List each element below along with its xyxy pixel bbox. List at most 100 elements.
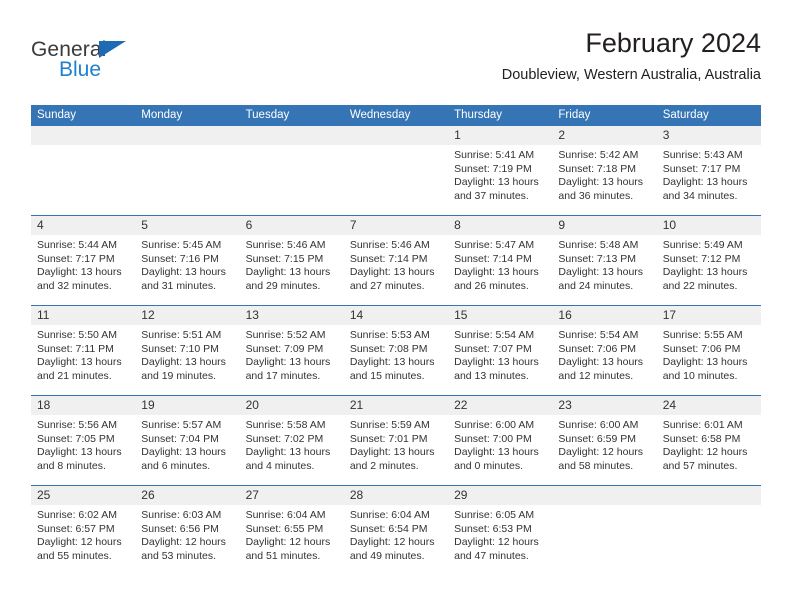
day-cell-14[interactable]: Sunrise: 5:53 AM Sunset: 7:08 PM Daylight:… bbox=[344, 325, 448, 395]
day-detail-line: Daylight: 13 hours bbox=[349, 446, 435, 459]
day-number-20[interactable]: 20 bbox=[240, 396, 344, 415]
day-cell-19[interactable]: Sunrise: 5:57 AM Sunset: 7:04 PM Daylight:… bbox=[135, 415, 239, 485]
day-detail-line: Daylight: 12 hours bbox=[454, 536, 539, 549]
day-cell-8[interactable]: Sunrise: 5:47 AM Sunset: 7:14 PM Daylight:… bbox=[448, 235, 552, 305]
day-cell-11[interactable]: Sunrise: 5:50 AM Sunset: 7:11 PM Daylight:… bbox=[31, 325, 135, 395]
day-number-7[interactable]: 7 bbox=[344, 216, 448, 235]
day-detail-line: Sunrise: 5:54 AM bbox=[558, 329, 639, 341]
day-cell-15[interactable]: Sunrise: 5:54 AM Sunset: 7:07 PM Daylight:… bbox=[448, 325, 552, 395]
day-cell-5[interactable]: Sunrise: 5:45 AM Sunset: 7:16 PM Daylight:… bbox=[135, 235, 239, 305]
day-cell-17[interactable]: Sunrise: 5:55 AM Sunset: 7:06 PM Daylight:… bbox=[657, 325, 761, 395]
day-cell-4[interactable]: Sunrise: 5:44 AM Sunset: 7:17 PM Daylight:… bbox=[31, 235, 135, 305]
day-number-21[interactable]: 21 bbox=[344, 396, 448, 415]
day-number-25[interactable]: 25 bbox=[31, 486, 135, 505]
day-cell-empty bbox=[344, 145, 448, 215]
day-cell-26[interactable]: Sunrise: 6:03 AM Sunset: 6:56 PM Daylight:… bbox=[135, 505, 239, 575]
day-detail-line: Daylight: 13 hours bbox=[37, 356, 122, 369]
day-number-17[interactable]: 17 bbox=[657, 306, 761, 325]
day-details-strip: Sunrise: 5:41 AM Sunset: 7:19 PM Daylight:… bbox=[31, 145, 761, 215]
day-detail-line: Sunrise: 5:43 AM bbox=[662, 149, 743, 161]
day-number-empty bbox=[552, 486, 656, 505]
day-detail-line: Sunset: 7:14 PM bbox=[454, 252, 532, 265]
day-detail-line: Sunrise: 6:04 AM bbox=[245, 509, 326, 521]
day-cell-empty bbox=[657, 505, 761, 575]
day-cell-13[interactable]: Sunrise: 5:52 AM Sunset: 7:09 PM Daylight:… bbox=[240, 325, 344, 395]
day-number-26[interactable]: 26 bbox=[135, 486, 239, 505]
day-number-2[interactable]: 2 bbox=[552, 126, 656, 145]
day-number-strip: 123 bbox=[31, 126, 761, 145]
day-number-6[interactable]: 6 bbox=[240, 216, 344, 235]
day-detail-line: Sunset: 6:57 PM bbox=[37, 522, 115, 535]
day-number-14[interactable]: 14 bbox=[344, 306, 448, 325]
day-detail-line: Sunset: 7:12 PM bbox=[662, 252, 741, 265]
day-detail-line: Daylight: 13 hours bbox=[558, 266, 644, 279]
day-number-16[interactable]: 16 bbox=[552, 306, 656, 325]
day-number-3[interactable]: 3 bbox=[657, 126, 761, 145]
weekday-header-monday: Monday bbox=[141, 109, 183, 121]
brand-triangle-icon bbox=[99, 41, 126, 58]
day-cell-empty bbox=[240, 145, 344, 215]
day-cell-6[interactable]: Sunrise: 5:46 AM Sunset: 7:15 PM Daylight:… bbox=[240, 235, 344, 305]
day-detail-line: Daylight: 13 hours bbox=[662, 266, 748, 279]
day-cell-27[interactable]: Sunrise: 6:04 AM Sunset: 6:55 PM Daylight:… bbox=[240, 505, 344, 575]
day-detail-line: and 29 minutes. bbox=[245, 279, 321, 292]
day-cell-29[interactable]: Sunrise: 6:05 AM Sunset: 6:53 PM Daylight:… bbox=[448, 505, 552, 575]
general-blue-logo[interactable]: General Blue bbox=[31, 38, 231, 88]
weekday-header-thursday: Thursday bbox=[454, 109, 503, 121]
day-number-22[interactable]: 22 bbox=[448, 396, 552, 415]
day-cell-3[interactable]: Sunrise: 5:43 AM Sunset: 7:17 PM Daylight:… bbox=[657, 145, 761, 215]
day-number-18[interactable]: 18 bbox=[31, 396, 135, 415]
day-detail-line: Daylight: 13 hours bbox=[454, 176, 539, 189]
day-cell-28[interactable]: Sunrise: 6:04 AM Sunset: 6:54 PM Daylight:… bbox=[344, 505, 448, 575]
day-detail-line: and 6 minutes. bbox=[141, 459, 211, 472]
day-number-strip: 4 5 6 7 8 9 10 bbox=[31, 216, 761, 235]
day-detail-line: and 55 minutes. bbox=[37, 549, 112, 562]
day-cell-empty bbox=[31, 145, 135, 215]
day-number-15[interactable]: 15 bbox=[448, 306, 552, 325]
day-cell-2[interactable]: Sunrise: 5:42 AM Sunset: 7:18 PM Daylight:… bbox=[552, 145, 656, 215]
day-detail-line: Daylight: 13 hours bbox=[37, 266, 122, 279]
day-number-23[interactable]: 23 bbox=[552, 396, 656, 415]
day-cell-20[interactable]: Sunrise: 5:58 AM Sunset: 7:02 PM Daylight:… bbox=[240, 415, 344, 485]
day-number-29[interactable]: 29 bbox=[448, 486, 552, 505]
day-cell-18[interactable]: Sunrise: 5:56 AM Sunset: 7:05 PM Daylight:… bbox=[31, 415, 135, 485]
day-number-5[interactable]: 5 bbox=[135, 216, 239, 235]
day-number-1[interactable]: 1 bbox=[448, 126, 552, 145]
day-cell-1[interactable]: Sunrise: 5:41 AM Sunset: 7:19 PM Daylight:… bbox=[448, 145, 552, 215]
page-title: February 2024 bbox=[585, 28, 761, 58]
day-number-13[interactable]: 13 bbox=[240, 306, 344, 325]
day-cell-22[interactable]: Sunrise: 6:00 AM Sunset: 7:00 PM Daylight:… bbox=[448, 415, 552, 485]
day-number-28[interactable]: 28 bbox=[344, 486, 448, 505]
day-number-10[interactable]: 10 bbox=[657, 216, 761, 235]
day-cell-7[interactable]: Sunrise: 5:46 AM Sunset: 7:14 PM Daylight:… bbox=[344, 235, 448, 305]
day-detail-line: Sunrise: 5:45 AM bbox=[141, 239, 222, 251]
calendar-weeks: 1 2 3 Sunrise: 5:41 AM Sunset: 7:19 PM Daylig… bbox=[31, 126, 761, 575]
day-detail-line: Daylight: 13 hours bbox=[37, 446, 122, 459]
day-number-strip: 25 26 27 28 29 bbox=[31, 486, 761, 505]
weekday-header-saturday: Saturday bbox=[662, 109, 709, 121]
day-cell-10[interactable]: Sunrise: 5:49 AM Sunset: 7:12 PM Daylight:… bbox=[657, 235, 761, 305]
day-detail-line: and 37 minutes. bbox=[454, 189, 529, 202]
day-cell-12[interactable]: Sunrise: 5:51 AM Sunset: 7:10 PM Daylight:… bbox=[135, 325, 239, 395]
day-number-4[interactable]: 4 bbox=[31, 216, 135, 235]
day-detail-line: Sunset: 7:09 PM bbox=[245, 342, 324, 355]
day-number-9[interactable]: 9 bbox=[552, 216, 656, 235]
day-detail-line: and 31 minutes. bbox=[141, 279, 216, 292]
day-number-24[interactable]: 24 bbox=[657, 396, 761, 415]
calendar-page: General Blue February 2024 Doubleview, W… bbox=[0, 0, 792, 612]
day-cell-empty bbox=[135, 145, 239, 215]
day-detail-line: and 49 minutes. bbox=[349, 549, 425, 562]
day-number-12[interactable]: 12 bbox=[135, 306, 239, 325]
day-number-19[interactable]: 19 bbox=[135, 396, 239, 415]
day-number-11[interactable]: 11 bbox=[31, 306, 135, 325]
day-number-8[interactable]: 8 bbox=[448, 216, 552, 235]
day-cell-21[interactable]: Sunrise: 5:59 AM Sunset: 7:01 PM Daylight:… bbox=[344, 415, 448, 485]
day-detail-line: and 21 minutes. bbox=[37, 369, 112, 382]
day-cell-24[interactable]: Sunrise: 6:01 AM Sunset: 6:58 PM Daylight:… bbox=[657, 415, 761, 485]
day-number-27[interactable]: 27 bbox=[240, 486, 344, 505]
calendar-grid: Sunday Monday Tuesday Wednesday Thursday Frid… bbox=[31, 105, 761, 575]
day-cell-25[interactable]: Sunrise: 6:02 AM Sunset: 6:57 PM Daylight:… bbox=[31, 505, 135, 575]
day-cell-23[interactable]: Sunrise: 6:00 AM Sunset: 6:59 PM Daylight:… bbox=[552, 415, 656, 485]
day-cell-16[interactable]: Sunrise: 5:54 AM Sunset: 7:06 PM Daylight:… bbox=[552, 325, 656, 395]
day-cell-9[interactable]: Sunrise: 5:48 AM Sunset: 7:13 PM Daylight:… bbox=[552, 235, 656, 305]
